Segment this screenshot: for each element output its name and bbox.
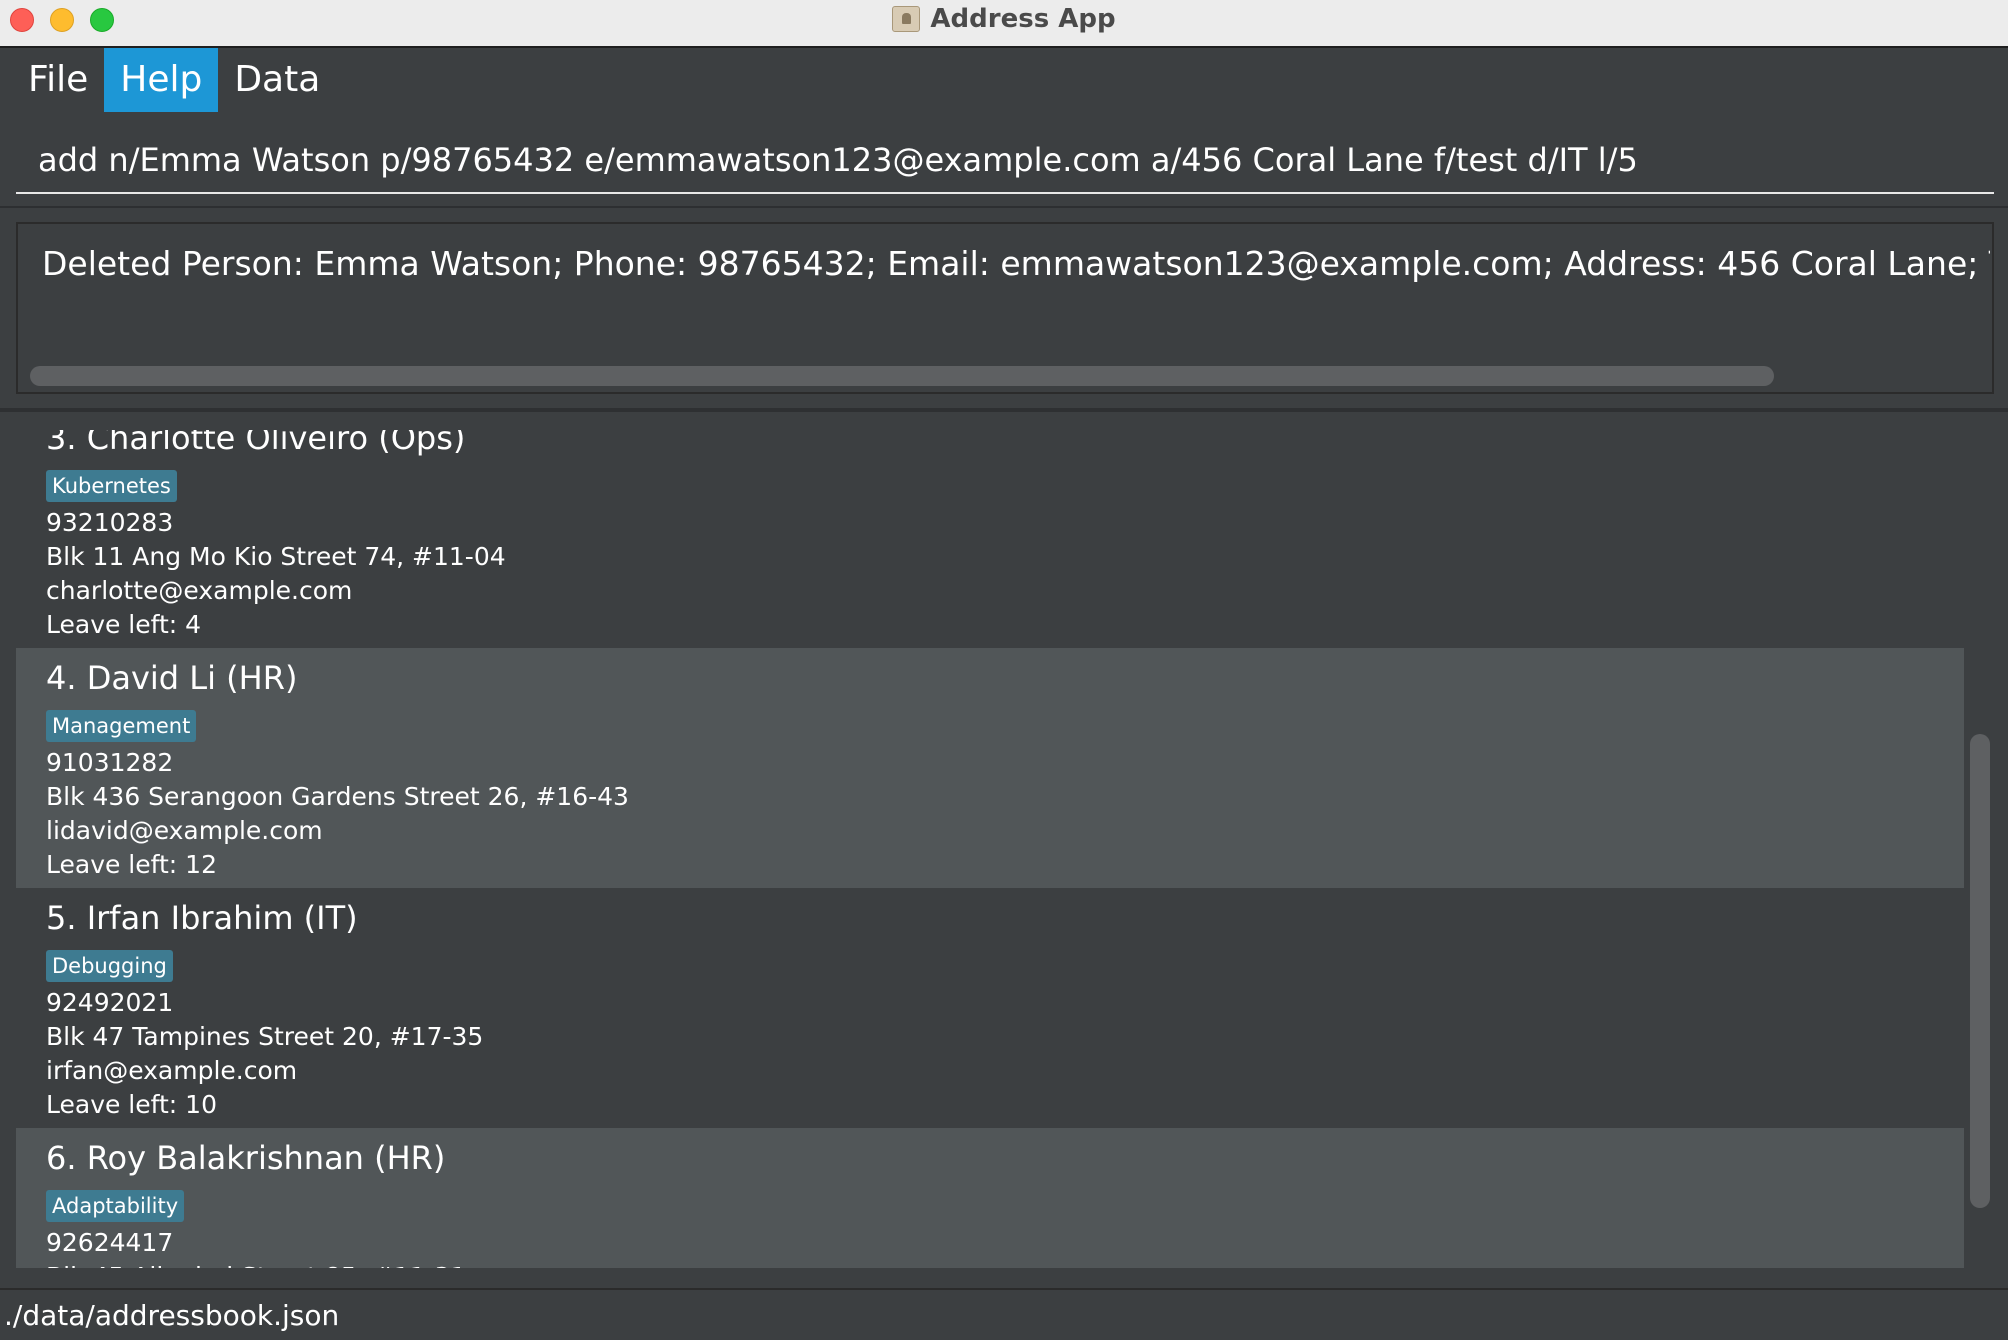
person-address: Blk 436 Serangoon Gardens Street 26, #16… [46,782,629,811]
person-card[interactable]: 3. Charlotte Oliveiro (Ops) Kubernetes 9… [16,430,1964,648]
result-text: Deleted Person: Emma Watson; Phone: 9876… [42,244,1990,283]
person-leave: Leave left: 10 [46,1090,217,1119]
person-address: Blk 47 Tampines Street 20, #17-35 [46,1022,484,1051]
address-book-icon [892,6,921,32]
person-tag: Adaptability [46,1190,185,1222]
title-bar: Address App [0,0,2008,48]
person-name: 4. David Li (HR) [46,659,298,697]
person-phone: 91031282 [46,748,174,777]
person-leave: Leave left: 4 [46,610,202,639]
person-email: irfan@example.com [46,1056,298,1085]
person-card[interactable]: 5. Irfan Ibrahim (IT) Debugging 92492021… [16,888,1964,1128]
person-tag: Debugging [46,950,173,982]
vertical-scrollbar[interactable] [1970,734,1990,1208]
person-list-panel: 3. Charlotte Oliveiro (Ops) Kubernetes 9… [0,412,2008,1288]
person-name: 6. Roy Balakrishnan (HR) [46,1139,446,1177]
horizontal-scrollbar[interactable] [30,366,1774,386]
window-title: Address App [930,4,1116,34]
person-list: 3. Charlotte Oliveiro (Ops) Kubernetes 9… [16,430,1964,1268]
person-phone: 92624417 [46,1228,174,1257]
person-name: 3. Charlotte Oliveiro (Ops) [46,430,466,457]
divider [0,206,2008,208]
status-bar: ./data/addressbook.json [0,1288,2008,1340]
menu-data[interactable]: Data [218,48,336,112]
person-address: Blk 11 Ang Mo Kio Street 74, #11-04 [46,542,506,571]
menu-file[interactable]: File [0,48,104,112]
person-tag: Management [46,710,197,742]
menu-bar: File Help Data [0,48,2008,112]
person-phone: 92492021 [46,988,174,1017]
person-email: charlotte@example.com [46,576,353,605]
person-email: lidavid@example.com [46,816,323,845]
person-card[interactable]: 4. David Li (HR) Management 91031282 Blk… [16,648,1964,888]
person-address: Blk 45 Aljunied Street 85, #11-31 [46,1260,466,1268]
window-title-group: Address App [0,0,2008,38]
menu-help[interactable]: Help [104,48,219,112]
command-input[interactable] [38,136,1978,184]
result-display: Deleted Person: Emma Watson; Phone: 9876… [16,222,1994,394]
person-phone: 93210283 [46,508,174,537]
person-tag: Kubernetes [46,470,177,502]
save-location: ./data/addressbook.json [4,1299,340,1332]
person-card[interactable]: 6. Roy Balakrishnan (HR) Adaptability 92… [16,1128,1964,1268]
person-leave: Leave left: 12 [46,850,217,879]
person-name: 5. Irfan Ibrahim (IT) [46,899,358,937]
command-box [16,124,1994,194]
